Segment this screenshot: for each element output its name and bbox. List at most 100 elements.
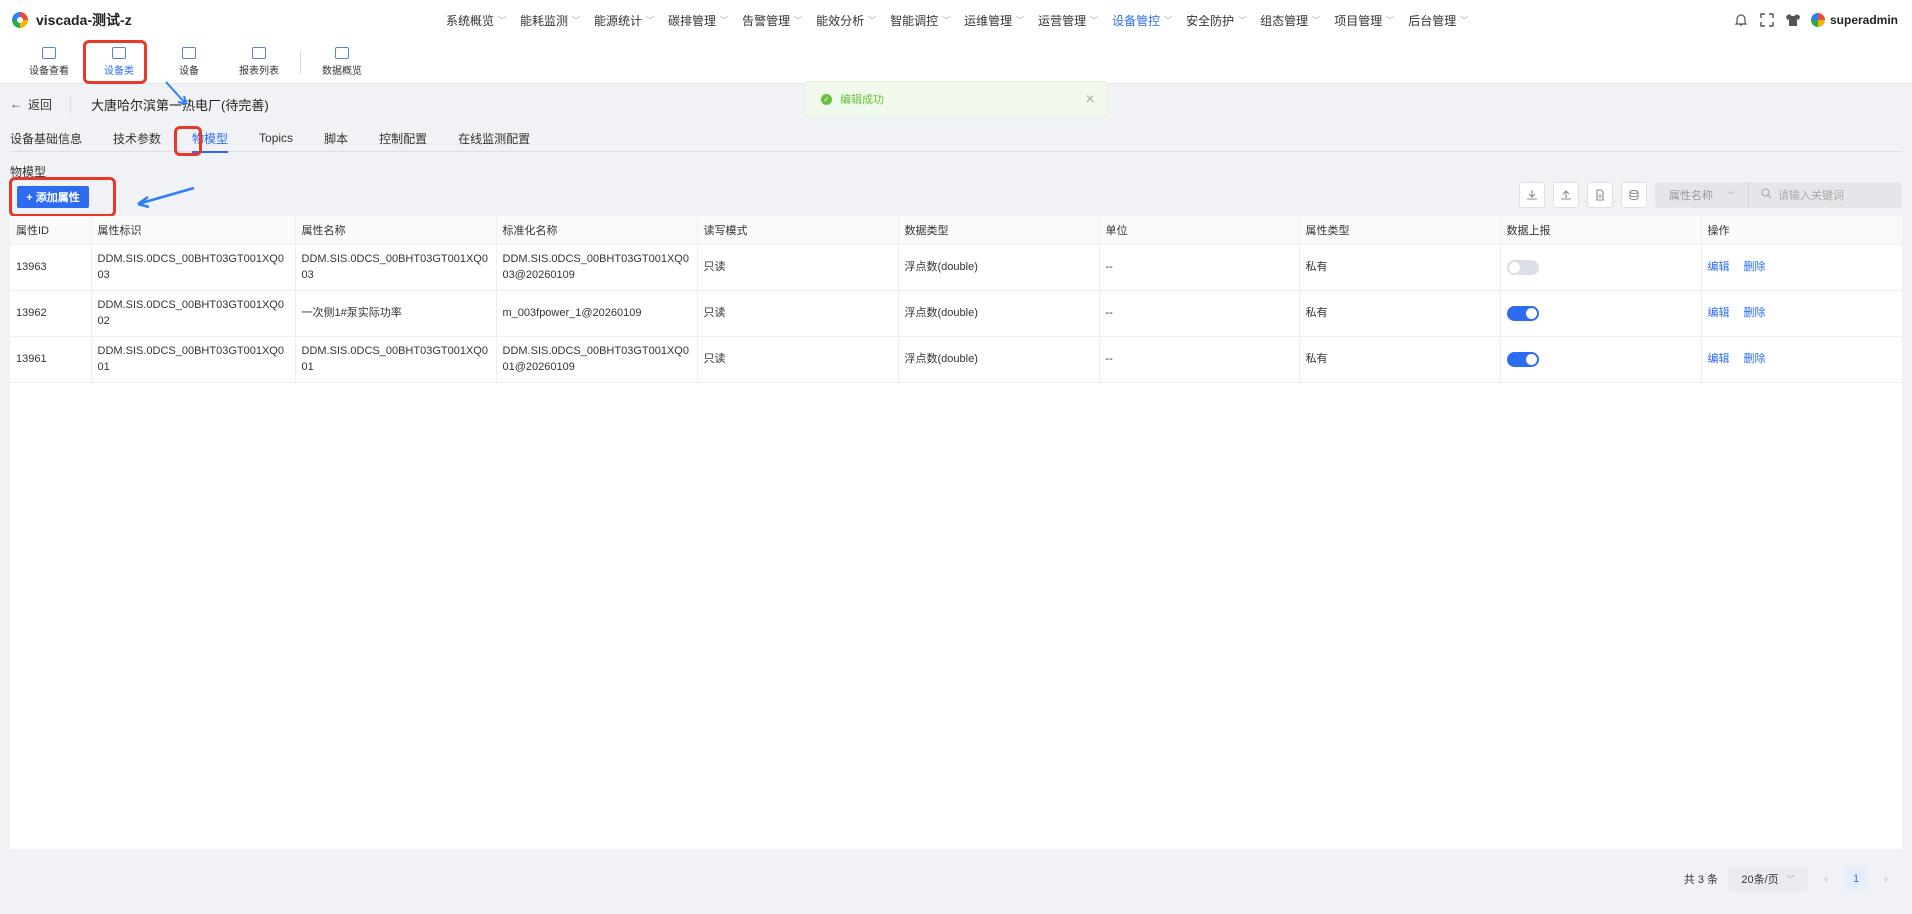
edit-link[interactable]: 编辑 bbox=[1708, 307, 1730, 319]
nav-item[interactable]: 能耗监测 ﹀ bbox=[514, 12, 586, 29]
annotation-arrow-1 bbox=[165, 81, 187, 105]
search-input[interactable]: 请输入关键词 bbox=[1749, 187, 1902, 203]
cell-report bbox=[1500, 290, 1702, 337]
column-header: 单位 bbox=[1099, 216, 1300, 245]
cell-unit: -- bbox=[1099, 336, 1300, 383]
report-toggle[interactable] bbox=[1506, 305, 1539, 321]
back-button[interactable]: ← 返回 bbox=[10, 95, 72, 113]
column-header: 数据上报 bbox=[1500, 216, 1702, 245]
nav-item[interactable]: 运维管理 ﹀ bbox=[958, 12, 1030, 29]
document-icon[interactable] bbox=[1587, 182, 1613, 208]
table-tools bbox=[1519, 182, 1647, 208]
toolbar-divider bbox=[300, 49, 301, 74]
tab[interactable]: 脚本 bbox=[324, 125, 348, 152]
nav-item[interactable]: 组态管理 ﹀ bbox=[1254, 12, 1326, 29]
nav-item-label: 组态管理 bbox=[1260, 13, 1309, 28]
cell-ptype: 私有 bbox=[1299, 290, 1501, 337]
nav-item[interactable]: 项目管理 ﹀ bbox=[1328, 12, 1400, 29]
tab[interactable]: 技术参数 bbox=[113, 125, 161, 152]
app-logo-icon bbox=[12, 12, 28, 28]
back-label: 返回 bbox=[28, 97, 53, 112]
nav-item[interactable]: 智能调控 ﹀ bbox=[884, 12, 956, 29]
brand[interactable]: viscada-测试-z bbox=[0, 10, 440, 30]
edit-link[interactable]: 编辑 bbox=[1708, 261, 1730, 273]
toolbar-item-label: 报表列表 bbox=[239, 65, 279, 77]
cell-dtype: 浮点数(double) bbox=[898, 290, 1100, 337]
cell-rw: 只读 bbox=[697, 290, 899, 337]
main-nav: 系统概览 ﹀ 能耗监测 ﹀ 能源统计 ﹀ 碳排管理 ﹀ 告警管理 ﹀ 能效分析 ﹀ 智能调控 ﹀ 运维管理 ﹀… bbox=[440, 12, 1733, 29]
toolbar-item[interactable]: 报表列表 bbox=[224, 42, 294, 82]
cell-actions: 编辑 删除 bbox=[1701, 290, 1902, 337]
cell-unit: -- bbox=[1099, 244, 1300, 291]
prev-page-icon[interactable]: ‹ bbox=[1818, 872, 1834, 886]
nav-item[interactable]: 安全防护 ﹀ bbox=[1180, 12, 1252, 29]
table-body: 13963 DDM.SIS.0DCS_00BHT03GT001XQ003 DDM.S… bbox=[10, 244, 1902, 383]
filter-bar: 属性名称 ﹀ 请输入关键词 bbox=[1655, 182, 1902, 208]
delete-link[interactable]: 删除 bbox=[1744, 261, 1766, 273]
top-navbar: viscada-测试-z 系统概览 ﹀ 能耗监测 ﹀ 能源统计 ﹀ 碳排管理 ﹀ 告警管理 ﹀ 能效… bbox=[0, 0, 1912, 40]
nav-item[interactable]: 后台管理 ﹀ bbox=[1402, 12, 1474, 29]
chevron-down-icon: ﹀ bbox=[1386, 15, 1395, 25]
chevron-down-icon: ﹀ bbox=[1786, 874, 1795, 884]
column-header: 属性类型 bbox=[1299, 216, 1501, 245]
chevron-down-icon: ﹀ bbox=[1460, 15, 1469, 25]
annotation-arrow-2 bbox=[137, 186, 195, 209]
page-size-select[interactable]: 20条/页 ﹀ bbox=[1728, 867, 1808, 891]
nav-item[interactable]: 告警管理 ﹀ bbox=[736, 12, 808, 29]
chevron-down-icon: ﹀ bbox=[1727, 190, 1735, 200]
cell-rw: 只读 bbox=[697, 244, 899, 291]
nav-item-label: 后台管理 bbox=[1408, 13, 1457, 28]
fullscreen-icon[interactable] bbox=[1759, 12, 1775, 28]
toolbar-item-label: 数据概览 bbox=[322, 65, 362, 77]
tab[interactable]: 设备基础信息 bbox=[10, 125, 82, 152]
bell-icon[interactable] bbox=[1733, 12, 1749, 28]
cell-name: 一次侧1#泵实际功率 bbox=[295, 290, 497, 337]
report-toggle[interactable] bbox=[1506, 351, 1539, 367]
tab[interactable]: Topics bbox=[259, 125, 293, 152]
nav-item[interactable]: 能效分析 ﹀ bbox=[810, 12, 882, 29]
edit-link[interactable]: 编辑 bbox=[1708, 353, 1730, 365]
annotation-box-add bbox=[9, 177, 116, 217]
nav-item[interactable]: 碳排管理 ﹀ bbox=[662, 12, 734, 29]
cell-id: 13962 bbox=[10, 290, 92, 337]
filter-field-value: 属性名称 bbox=[1669, 190, 1713, 202]
nav-item-label: 系统概览 bbox=[446, 13, 495, 28]
tab[interactable]: 控制配置 bbox=[379, 125, 427, 152]
close-icon[interactable]: ✕ bbox=[1085, 92, 1095, 106]
delete-link[interactable]: 删除 bbox=[1744, 307, 1766, 319]
tab[interactable]: 在线监测配置 bbox=[458, 125, 530, 152]
theme-shirt-icon[interactable] bbox=[1785, 12, 1801, 28]
nav-item[interactable]: 设备管控 ﹀ bbox=[1106, 12, 1178, 29]
nav-item-label: 能效分析 bbox=[816, 13, 865, 28]
column-header: 属性ID bbox=[10, 216, 92, 245]
nav-item[interactable]: 系统概览 ﹀ bbox=[440, 12, 512, 29]
cell-report bbox=[1500, 244, 1702, 291]
upload-icon[interactable] bbox=[1553, 182, 1579, 208]
cell-ptype: 私有 bbox=[1299, 336, 1501, 383]
user-menu[interactable]: superadmin bbox=[1810, 13, 1898, 27]
toolbar-item[interactable]: 数据概览 bbox=[307, 42, 377, 82]
cell-dtype: 浮点数(double) bbox=[898, 336, 1100, 383]
delete-link[interactable]: 删除 bbox=[1744, 353, 1766, 365]
download-icon[interactable] bbox=[1519, 182, 1545, 208]
report-toggle[interactable] bbox=[1506, 259, 1539, 275]
next-page-icon[interactable]: › bbox=[1878, 872, 1894, 886]
toggle-knob bbox=[1508, 261, 1520, 273]
nav-item[interactable]: 运营管理 ﹀ bbox=[1032, 12, 1104, 29]
toast-message: 编辑成功 bbox=[840, 94, 884, 106]
pagination: 共 3 条 20条/页 ﹀ ‹ 1 › bbox=[1684, 867, 1894, 891]
cell-id: 13961 bbox=[10, 336, 92, 383]
nav-item-label: 安全防护 bbox=[1186, 13, 1235, 28]
toolbar-item[interactable]: 设备 bbox=[154, 42, 224, 82]
page-number[interactable]: 1 bbox=[1844, 867, 1868, 891]
nav-item[interactable]: 能源统计 ﹀ bbox=[588, 12, 660, 29]
database-icon[interactable] bbox=[1621, 182, 1647, 208]
chevron-down-icon: ﹀ bbox=[1016, 15, 1025, 25]
toolbar-item[interactable]: 设备查看 bbox=[14, 42, 84, 82]
search-icon bbox=[1761, 188, 1772, 202]
chevron-down-icon: ﹀ bbox=[498, 15, 507, 25]
column-header: 属性名称 bbox=[295, 216, 497, 245]
nav-item-label: 能耗监测 bbox=[520, 13, 569, 28]
chevron-down-icon: ﹀ bbox=[720, 15, 729, 25]
filter-field-select[interactable]: 属性名称 ﹀ bbox=[1655, 182, 1749, 208]
